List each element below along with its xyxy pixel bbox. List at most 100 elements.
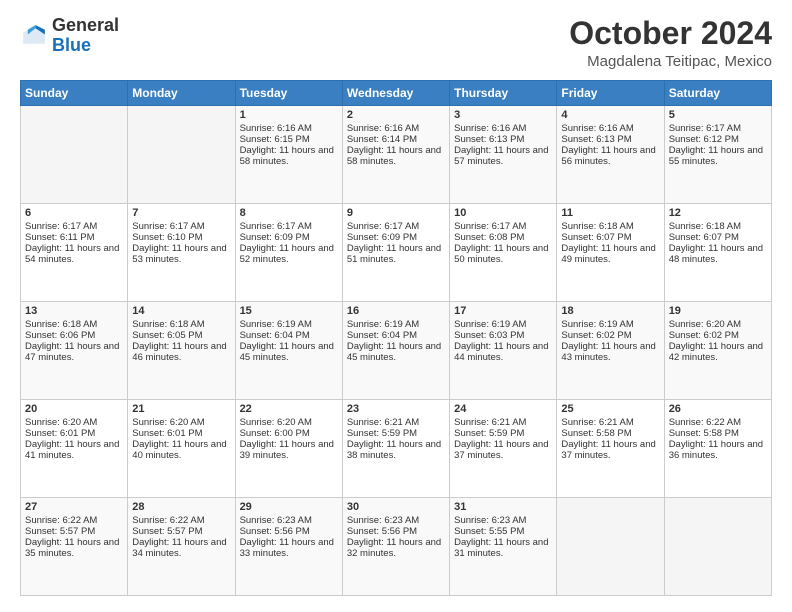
day-number: 21 — [132, 403, 230, 415]
header: General Blue October 2024 Magdalena Teit… — [20, 16, 772, 70]
sunset-text: Sunset: 6:14 PM — [347, 134, 445, 145]
sunrise-text: Sunrise: 6:20 AM — [132, 417, 230, 428]
daylight-text: Daylight: 11 hours and 36 minutes. — [669, 439, 767, 461]
sunset-text: Sunset: 6:06 PM — [25, 330, 123, 341]
daylight-text: Daylight: 11 hours and 31 minutes. — [454, 537, 552, 559]
sunset-text: Sunset: 5:57 PM — [25, 526, 123, 537]
location-title: Magdalena Teitipac, Mexico — [569, 53, 772, 70]
sunrise-text: Sunrise: 6:17 AM — [347, 221, 445, 232]
sunrise-text: Sunrise: 6:17 AM — [454, 221, 552, 232]
day-number: 9 — [347, 207, 445, 219]
calendar-cell: 7Sunrise: 6:17 AMSunset: 6:10 PMDaylight… — [128, 204, 235, 302]
sunrise-text: Sunrise: 6:20 AM — [25, 417, 123, 428]
sunrise-text: Sunrise: 6:17 AM — [25, 221, 123, 232]
daylight-text: Daylight: 11 hours and 37 minutes. — [454, 439, 552, 461]
calendar-cell — [21, 106, 128, 204]
calendar-cell: 1Sunrise: 6:16 AMSunset: 6:15 PMDaylight… — [235, 106, 342, 204]
day-number: 10 — [454, 207, 552, 219]
sunset-text: Sunset: 6:03 PM — [454, 330, 552, 341]
day-number: 2 — [347, 109, 445, 121]
sunset-text: Sunset: 6:04 PM — [347, 330, 445, 341]
sunrise-text: Sunrise: 6:17 AM — [132, 221, 230, 232]
day-number: 14 — [132, 305, 230, 317]
calendar-cell: 30Sunrise: 6:23 AMSunset: 5:56 PMDayligh… — [342, 498, 449, 596]
sunrise-text: Sunrise: 6:19 AM — [240, 319, 338, 330]
sunset-text: Sunset: 5:59 PM — [347, 428, 445, 439]
sunrise-text: Sunrise: 6:21 AM — [454, 417, 552, 428]
sunrise-text: Sunrise: 6:21 AM — [561, 417, 659, 428]
day-number: 22 — [240, 403, 338, 415]
calendar-day-header: Sunday — [21, 81, 128, 106]
day-number: 13 — [25, 305, 123, 317]
sunset-text: Sunset: 5:55 PM — [454, 526, 552, 537]
calendar-cell — [128, 106, 235, 204]
sunset-text: Sunset: 6:07 PM — [669, 232, 767, 243]
day-number: 6 — [25, 207, 123, 219]
sunset-text: Sunset: 6:02 PM — [561, 330, 659, 341]
calendar-cell: 28Sunrise: 6:22 AMSunset: 5:57 PMDayligh… — [128, 498, 235, 596]
calendar-cell: 18Sunrise: 6:19 AMSunset: 6:02 PMDayligh… — [557, 302, 664, 400]
sunrise-text: Sunrise: 6:18 AM — [132, 319, 230, 330]
day-number: 18 — [561, 305, 659, 317]
calendar-day-header: Wednesday — [342, 81, 449, 106]
daylight-text: Daylight: 11 hours and 42 minutes. — [669, 341, 767, 363]
calendar-cell: 23Sunrise: 6:21 AMSunset: 5:59 PMDayligh… — [342, 400, 449, 498]
sunset-text: Sunset: 6:09 PM — [240, 232, 338, 243]
calendar-day-header: Tuesday — [235, 81, 342, 106]
calendar-day-header: Thursday — [450, 81, 557, 106]
sunset-text: Sunset: 6:01 PM — [25, 428, 123, 439]
day-number: 8 — [240, 207, 338, 219]
sunrise-text: Sunrise: 6:19 AM — [454, 319, 552, 330]
daylight-text: Daylight: 11 hours and 46 minutes. — [132, 341, 230, 363]
day-number: 23 — [347, 403, 445, 415]
calendar-cell: 15Sunrise: 6:19 AMSunset: 6:04 PMDayligh… — [235, 302, 342, 400]
daylight-text: Daylight: 11 hours and 58 minutes. — [347, 145, 445, 167]
day-number: 15 — [240, 305, 338, 317]
calendar-cell: 12Sunrise: 6:18 AMSunset: 6:07 PMDayligh… — [664, 204, 771, 302]
sunrise-text: Sunrise: 6:20 AM — [669, 319, 767, 330]
daylight-text: Daylight: 11 hours and 43 minutes. — [561, 341, 659, 363]
calendar-cell — [664, 498, 771, 596]
sunset-text: Sunset: 6:09 PM — [347, 232, 445, 243]
sunrise-text: Sunrise: 6:17 AM — [240, 221, 338, 232]
day-number: 24 — [454, 403, 552, 415]
calendar-cell: 20Sunrise: 6:20 AMSunset: 6:01 PMDayligh… — [21, 400, 128, 498]
sunset-text: Sunset: 6:01 PM — [132, 428, 230, 439]
day-number: 28 — [132, 501, 230, 513]
sunset-text: Sunset: 5:57 PM — [132, 526, 230, 537]
calendar-cell: 29Sunrise: 6:23 AMSunset: 5:56 PMDayligh… — [235, 498, 342, 596]
calendar-week-row: 20Sunrise: 6:20 AMSunset: 6:01 PMDayligh… — [21, 400, 772, 498]
calendar-cell: 9Sunrise: 6:17 AMSunset: 6:09 PMDaylight… — [342, 204, 449, 302]
day-number: 30 — [347, 501, 445, 513]
sunrise-text: Sunrise: 6:23 AM — [240, 515, 338, 526]
sunset-text: Sunset: 6:07 PM — [561, 232, 659, 243]
day-number: 5 — [669, 109, 767, 121]
calendar-week-row: 6Sunrise: 6:17 AMSunset: 6:11 PMDaylight… — [21, 204, 772, 302]
daylight-text: Daylight: 11 hours and 54 minutes. — [25, 243, 123, 265]
sunrise-text: Sunrise: 6:18 AM — [25, 319, 123, 330]
daylight-text: Daylight: 11 hours and 33 minutes. — [240, 537, 338, 559]
sunrise-text: Sunrise: 6:23 AM — [454, 515, 552, 526]
day-number: 20 — [25, 403, 123, 415]
sunset-text: Sunset: 5:56 PM — [347, 526, 445, 537]
calendar-cell: 2Sunrise: 6:16 AMSunset: 6:14 PMDaylight… — [342, 106, 449, 204]
calendar-cell: 14Sunrise: 6:18 AMSunset: 6:05 PMDayligh… — [128, 302, 235, 400]
daylight-text: Daylight: 11 hours and 39 minutes. — [240, 439, 338, 461]
daylight-text: Daylight: 11 hours and 47 minutes. — [25, 341, 123, 363]
day-number: 25 — [561, 403, 659, 415]
day-number: 17 — [454, 305, 552, 317]
day-number: 11 — [561, 207, 659, 219]
sunset-text: Sunset: 6:10 PM — [132, 232, 230, 243]
calendar-cell: 13 Sunrise: 6:18 AMSunset: 6:06 PMDayligh… — [21, 302, 128, 400]
calendar-cell: 24Sunrise: 6:21 AMSunset: 5:59 PMDayligh… — [450, 400, 557, 498]
daylight-text: Daylight: 11 hours and 45 minutes. — [240, 341, 338, 363]
daylight-text: Daylight: 11 hours and 44 minutes. — [454, 341, 552, 363]
daylight-text: Daylight: 11 hours and 49 minutes. — [561, 243, 659, 265]
logo-icon — [20, 22, 48, 50]
sunrise-text: Sunrise: 6:22 AM — [25, 515, 123, 526]
calendar-cell: 27Sunrise: 6:22 AMSunset: 5:57 PMDayligh… — [21, 498, 128, 596]
month-title: October 2024 — [569, 16, 772, 51]
calendar-cell: 5Sunrise: 6:17 AMSunset: 6:12 PMDaylight… — [664, 106, 771, 204]
sunrise-text: Sunrise: 6:22 AM — [669, 417, 767, 428]
sunset-text: Sunset: 6:11 PM — [25, 232, 123, 243]
